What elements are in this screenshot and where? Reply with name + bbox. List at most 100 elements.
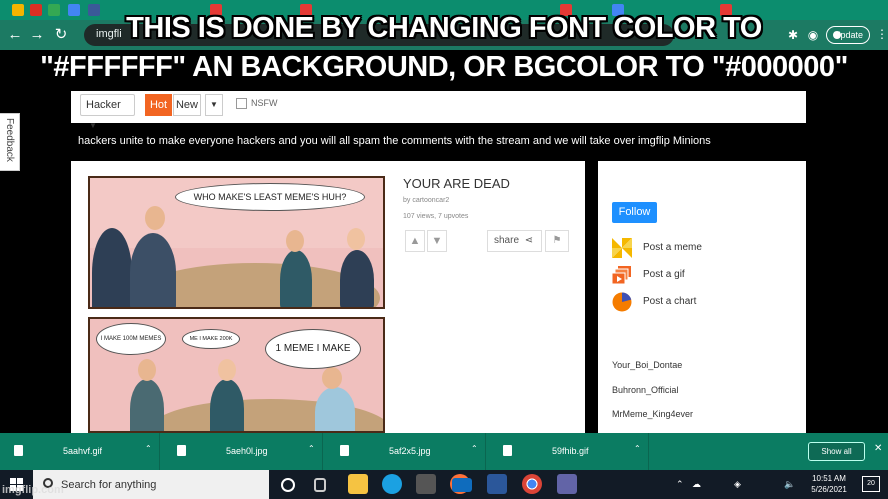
- post-stats: 107 views, 7 upvotes: [403, 213, 469, 220]
- person-head: [218, 359, 236, 381]
- bubble-text: I MAKE 100M MEMES: [100, 336, 162, 342]
- share-icon: ⋖: [524, 235, 534, 246]
- download-item[interactable]: 5af2x5.jpg ⌃: [326, 433, 486, 470]
- person-figure: [92, 228, 132, 307]
- chrome-icon[interactable]: [522, 474, 542, 494]
- cortana-icon[interactable]: [281, 478, 295, 492]
- person-figure: [315, 387, 355, 431]
- meme-image-panel[interactable]: I MAKE 100M MEMES ME I MAKE 200K 1 MEME …: [88, 317, 385, 433]
- notification-center-icon[interactable]: 20: [862, 476, 880, 492]
- person-head: [286, 230, 304, 252]
- stream-select-label: Hacker: [86, 99, 121, 111]
- file-icon: [340, 445, 349, 456]
- chevron-up-icon[interactable]: ⌃: [676, 479, 684, 490]
- chevron-up-icon[interactable]: ⌃: [634, 444, 641, 453]
- person-head: [322, 367, 342, 389]
- stream-description: hackers unite to make everyone hackers a…: [78, 135, 711, 147]
- person-head: [347, 228, 365, 250]
- file-icon: [177, 445, 186, 456]
- stream-subnav: Hacker ▼ Hot New ▼ NSFW: [71, 91, 806, 130]
- speech-bubble: I MAKE 100M MEMES: [96, 323, 166, 355]
- upvote-icon[interactable]: ▲: [405, 230, 425, 252]
- post-chart-link[interactable]: Post a chart: [612, 291, 792, 313]
- moderator-link[interactable]: MrMeme_King4ever: [612, 409, 693, 419]
- share-button[interactable]: share ⋖: [487, 230, 542, 252]
- taskbar-search[interactable]: Search for anything: [33, 470, 269, 499]
- meme-caption-top: THIS IS DONE BY CHANGING FONT COLOR TO: [126, 12, 762, 44]
- teams-icon[interactable]: [557, 474, 577, 494]
- pie-chart-icon: [612, 292, 632, 312]
- speech-bubble: ME I MAKE 200K: [182, 329, 240, 349]
- clock-time: 10:51 AM: [812, 474, 846, 483]
- post-meme-label: Post a meme: [643, 242, 702, 253]
- gif-stack-icon: [612, 266, 631, 285]
- person-figure: [130, 379, 164, 431]
- edge-icon[interactable]: [382, 474, 402, 494]
- notification-count: 20: [867, 480, 875, 487]
- file-explorer-icon[interactable]: [348, 474, 368, 494]
- post-gif-link[interactable]: Post a gif: [612, 264, 792, 286]
- follow-button[interactable]: Follow: [612, 202, 657, 223]
- speech-bubble: 1 MEME I MAKE: [265, 329, 361, 369]
- hot-tab[interactable]: Hot: [145, 94, 172, 116]
- show-all-button[interactable]: Show all: [808, 442, 865, 461]
- chevron-up-icon[interactable]: ⌃: [471, 444, 478, 453]
- meme-image-panel[interactable]: WHO MAKE'S LEAST MEME'S HUH?: [88, 176, 385, 309]
- file-icon: [14, 445, 23, 456]
- bubble-text: 1 MEME I MAKE: [275, 343, 351, 354]
- onedrive-icon[interactable]: ☁: [692, 479, 701, 490]
- network-icon[interactable]: ◈: [734, 479, 741, 490]
- volume-icon[interactable]: 🔈: [784, 479, 795, 490]
- word-icon[interactable]: [487, 474, 507, 494]
- downloads-bar: 5aahvf.gif ⌃ 5aeh0l.jpg ⌃ 5af2x5.jpg ⌃ 5…: [0, 433, 888, 470]
- close-icon[interactable]: ✕: [874, 443, 882, 454]
- imgflip-watermark: imgflip.com: [2, 484, 64, 496]
- person-figure: [280, 250, 312, 307]
- share-label: share: [494, 235, 520, 246]
- pinwheel-icon: [612, 238, 632, 258]
- moderator-link[interactable]: Your_Boi_Dontae: [612, 360, 682, 370]
- taskbar-clock[interactable]: 10:51 AM 5/26/2021: [804, 473, 854, 495]
- download-filename: 5aahvf.gif: [63, 446, 103, 456]
- person-figure: [340, 250, 374, 307]
- moderator-link[interactable]: Buhronn_Official: [612, 385, 678, 395]
- download-filename: 5aeh0l.jpg: [226, 446, 268, 456]
- download-item[interactable]: 59fhib.gif ⌃: [489, 433, 649, 470]
- feedback-label: Feedback: [4, 118, 15, 162]
- outlook-icon[interactable]: [452, 478, 472, 492]
- clock-date: 5/26/2021: [811, 485, 847, 494]
- search-placeholder: Search for anything: [61, 479, 157, 491]
- download-item[interactable]: 5aeh0l.jpg ⌃: [163, 433, 323, 470]
- store-icon[interactable]: [416, 474, 436, 494]
- person-head: [145, 206, 165, 230]
- meme-caption-bottom: "#FFFFFF" AN BACKGROUND, OR BGCOLOR TO "…: [40, 51, 848, 83]
- feedback-tab[interactable]: Feedback: [0, 113, 20, 171]
- person-figure: [130, 233, 176, 307]
- speech-bubble: WHO MAKE'S LEAST MEME'S HUH?: [175, 183, 365, 211]
- person-figure: [210, 379, 244, 431]
- post-chart-label: Post a chart: [643, 296, 697, 307]
- task-view-icon[interactable]: [314, 478, 326, 492]
- meme-post: WHO MAKE'S LEAST MEME'S HUH? I MAKE 100M…: [71, 161, 585, 433]
- person-head: [138, 359, 156, 381]
- sort-dropdown-icon[interactable]: ▼: [205, 94, 223, 116]
- file-icon: [503, 445, 512, 456]
- chevron-up-icon[interactable]: ⌃: [145, 444, 152, 453]
- bubble-text: WHO MAKE'S LEAST MEME'S HUH?: [193, 192, 347, 202]
- flag-icon[interactable]: ⚑: [545, 230, 569, 252]
- download-item[interactable]: 5aahvf.gif ⌃: [0, 433, 160, 470]
- post-title[interactable]: YOUR ARE DEAD: [403, 176, 510, 191]
- stream-select[interactable]: Hacker ▼: [80, 94, 135, 130]
- nsfw-label: NSFW: [251, 98, 278, 108]
- download-filename: 59fhib.gif: [552, 446, 589, 456]
- caret-down-icon: ▼: [89, 121, 97, 130]
- post-gif-label: Post a gif: [643, 269, 685, 280]
- post-author[interactable]: by cartooncar2: [403, 197, 449, 204]
- new-tab[interactable]: New: [173, 94, 201, 116]
- post-meme-link[interactable]: Post a meme: [612, 237, 792, 259]
- downvote-icon[interactable]: ▼: [427, 230, 447, 252]
- download-filename: 5af2x5.jpg: [389, 446, 431, 456]
- bubble-text: ME I MAKE 200K: [189, 336, 233, 342]
- nsfw-checkbox[interactable]: [236, 98, 247, 109]
- chevron-up-icon[interactable]: ⌃: [308, 444, 315, 453]
